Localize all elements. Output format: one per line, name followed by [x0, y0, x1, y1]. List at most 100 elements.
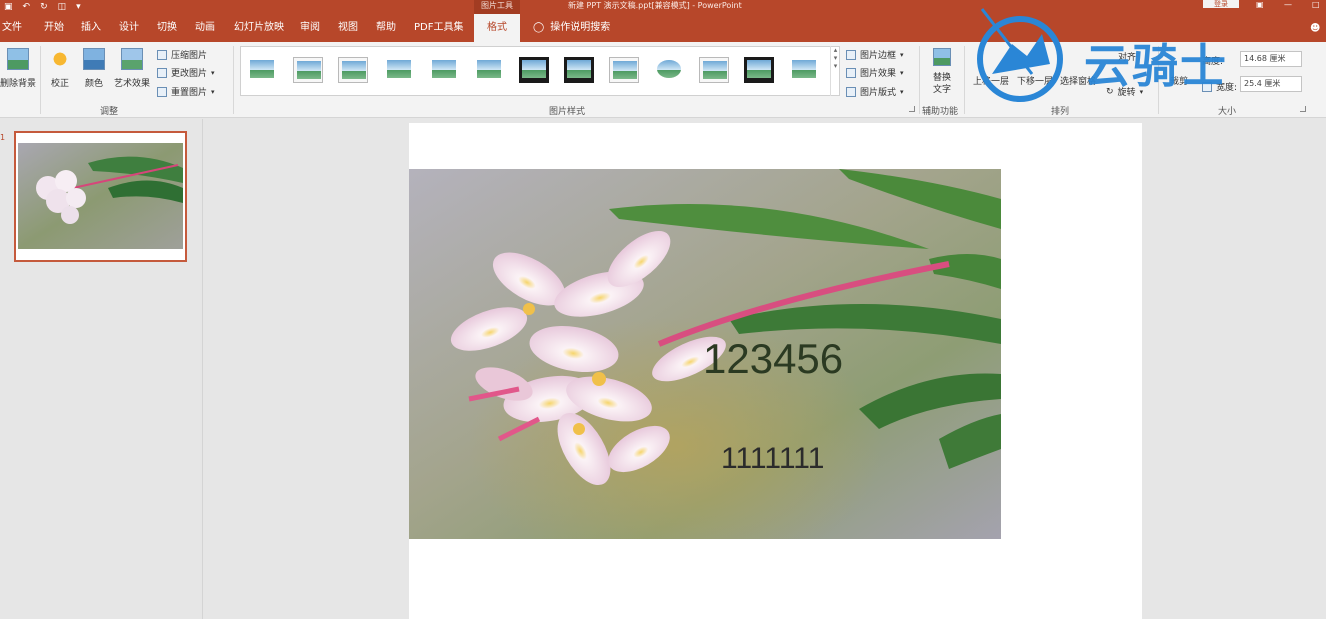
document-title: 新建 PPT 演示文稿.ppt[兼容模式] - PowerPoint: [568, 1, 742, 10]
picture-tools-label: 图片工具: [474, 0, 520, 14]
separator: [40, 46, 41, 114]
tab-slideshow[interactable]: 幻灯片放映: [234, 14, 284, 42]
tab-transitions[interactable]: 切换: [157, 14, 177, 42]
slide-number: 1: [0, 133, 6, 142]
compress-label: 压缩图片: [171, 51, 208, 61]
tab-review[interactable]: 审阅: [300, 14, 320, 42]
gallery-scroll[interactable]: ▴ ▾ ▾: [830, 46, 840, 96]
style-thumb[interactable]: [293, 57, 323, 83]
remove-background-label: 删除背景: [0, 79, 37, 89]
redo-icon[interactable]: ↻: [40, 2, 48, 12]
accessibility-group-label: 辅助功能: [922, 107, 959, 117]
style-thumb[interactable]: [338, 57, 368, 83]
picture-layout-button[interactable]: 图片版式 ▾: [846, 85, 904, 98]
slide-editor: 123456 1111111: [204, 119, 1326, 619]
style-thumb[interactable]: [744, 57, 774, 83]
color-button[interactable]: 颜色: [80, 48, 108, 89]
textbox-123456[interactable]: 123456: [703, 335, 843, 383]
tell-me-search[interactable]: ◯ 操作说明搜索: [533, 14, 610, 42]
color-icon: [83, 48, 105, 70]
tab-help[interactable]: 帮助: [376, 14, 396, 42]
tab-design[interactable]: 设计: [119, 14, 139, 42]
style-preview: [250, 60, 274, 78]
style-thumb[interactable]: [474, 57, 504, 83]
minimize-icon[interactable]: —: [1284, 0, 1292, 9]
style-thumb[interactable]: [519, 57, 549, 83]
tab-animations[interactable]: 动画: [195, 14, 215, 42]
tab-view[interactable]: 视图: [338, 14, 358, 42]
size-launcher-icon[interactable]: [1300, 106, 1306, 112]
border-icon: [846, 49, 856, 60]
style-preview: [522, 60, 546, 78]
scroll-down-icon[interactable]: ▾: [831, 54, 840, 62]
artistic-effects-button[interactable]: 艺术效果: [110, 48, 154, 89]
style-thumb[interactable]: [384, 57, 414, 83]
reset-picture-button[interactable]: 重置图片 ▾: [157, 85, 215, 98]
slide-thumbnail[interactable]: [14, 131, 187, 262]
watermark-text: 云骑士: [1084, 39, 1228, 93]
tab-pdf-tools[interactable]: PDF工具集: [414, 14, 463, 42]
picture-effects-label: 图片效果: [860, 69, 897, 79]
scroll-up-icon[interactable]: ▴: [831, 46, 840, 54]
maximize-icon[interactable]: □: [1312, 0, 1320, 9]
textbox-1111111[interactable]: 1111111: [721, 442, 824, 476]
style-thumb[interactable]: [699, 57, 729, 83]
chevron-down-icon: ▾: [211, 87, 215, 96]
alt-text-button[interactable]: 替换文字: [927, 48, 957, 96]
change-picture-label: 更改图片: [171, 69, 208, 79]
compress-icon: [157, 49, 167, 60]
gallery-more-icon[interactable]: ▾: [831, 62, 840, 70]
artistic-effects-icon: [121, 48, 143, 70]
corrections-label: 校正: [50, 79, 69, 89]
chevron-down-icon: ▾: [900, 87, 904, 96]
customize-qat-icon[interactable]: ▾: [76, 2, 81, 12]
reset-picture-label: 重置图片: [171, 88, 208, 98]
style-preview: [703, 61, 727, 79]
save-icon[interactable]: ▣: [4, 2, 13, 12]
reset-picture-icon: [157, 86, 167, 97]
style-thumb[interactable]: [654, 57, 684, 83]
style-thumb[interactable]: [609, 57, 639, 83]
style-preview: [792, 60, 816, 78]
style-preview: [342, 61, 366, 79]
remove-background-button[interactable]: 删除背景: [0, 48, 36, 89]
share-icon[interactable]: ☻: [1310, 24, 1320, 34]
tab-insert[interactable]: 插入: [81, 14, 101, 42]
style-thumb[interactable]: [429, 57, 459, 83]
effects-icon: [846, 67, 856, 78]
tab-home[interactable]: 开始: [44, 14, 64, 42]
undo-icon[interactable]: ↶: [23, 2, 31, 12]
style-thumb[interactable]: [247, 57, 277, 83]
style-thumb[interactable]: [789, 57, 819, 83]
style-preview: [747, 60, 771, 78]
style-preview: [657, 60, 681, 78]
color-label: 颜色: [84, 79, 103, 89]
presenter-icon[interactable]: ◫: [58, 2, 67, 12]
picture-styles-gallery: [240, 46, 840, 96]
change-picture-button[interactable]: 更改图片 ▾: [157, 66, 215, 79]
chevron-down-icon: ▾: [900, 68, 904, 77]
slide-thumbnail-image: [18, 143, 183, 249]
picture-border-label: 图片边框: [860, 51, 897, 61]
quick-access-toolbar: ▣ ↶ ↻ ◫ ▾: [4, 0, 81, 14]
picture-layout-label: 图片版式: [860, 88, 897, 98]
alt-text-label: 替换文字: [932, 73, 951, 95]
style-preview: [432, 60, 456, 78]
separator: [233, 46, 234, 114]
picture-effects-button[interactable]: 图片效果 ▾: [846, 66, 904, 79]
styles-launcher-icon[interactable]: [909, 106, 915, 112]
picture-border-button[interactable]: 图片边框 ▾: [846, 48, 904, 61]
corrections-button[interactable]: 校正: [46, 48, 74, 89]
compress-pictures-button[interactable]: 压缩图片: [157, 48, 207, 61]
style-thumb[interactable]: [564, 57, 594, 83]
tab-file[interactable]: 文件: [2, 14, 22, 42]
slide-canvas[interactable]: 123456 1111111: [409, 123, 1142, 619]
lightbulb-icon: ◯: [533, 22, 545, 33]
change-picture-icon: [157, 67, 167, 78]
tell-me-label: 操作说明搜索: [550, 22, 611, 33]
slide-thumbnail-pane: 1: [0, 119, 203, 619]
sun-icon: [49, 48, 71, 70]
chevron-down-icon: ▾: [900, 50, 904, 59]
tab-format[interactable]: 格式: [474, 14, 520, 42]
style-preview: [477, 60, 501, 78]
